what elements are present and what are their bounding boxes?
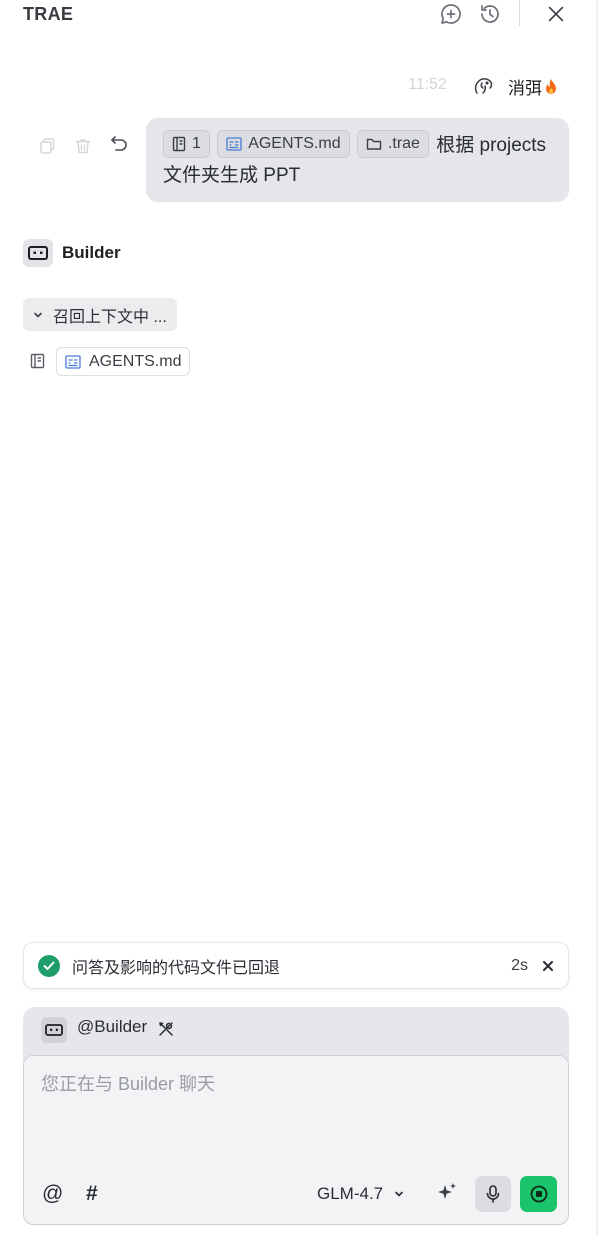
agents-md-chip[interactable]: AGENTS.md bbox=[217, 129, 350, 158]
agent-mention-label: @Builder bbox=[77, 1017, 148, 1036]
doc-count-chip[interactable]: 1 bbox=[163, 129, 210, 158]
new-chat-icon[interactable] bbox=[438, 1, 464, 27]
trae-folder-chip[interactable]: .trae bbox=[356, 129, 429, 158]
doc-count-label: 1 bbox=[192, 134, 201, 152]
model-selector[interactable]: GLM-4.7 bbox=[317, 1181, 405, 1207]
hash-button[interactable]: # bbox=[86, 1182, 98, 1206]
copy-icon[interactable] bbox=[36, 135, 58, 157]
username-text: 消弭 bbox=[508, 79, 542, 98]
doc-list-icon bbox=[30, 353, 45, 374]
markdown-file-icon bbox=[65, 354, 81, 369]
at-symbol: @ bbox=[42, 1182, 64, 1205]
tools-icon[interactable] bbox=[157, 1020, 175, 1038]
builder-avatar bbox=[41, 1017, 67, 1043]
toast-close-icon[interactable] bbox=[542, 960, 554, 972]
fire-icon bbox=[543, 78, 559, 96]
check-circle-icon bbox=[38, 954, 60, 977]
message-text-line1: 根据 projects bbox=[436, 135, 547, 156]
recall-context-toggle[interactable]: 召回上下文中 ... bbox=[23, 298, 177, 331]
context-file-chip[interactable]: AGENTS.md bbox=[56, 347, 191, 376]
stop-button[interactable] bbox=[520, 1176, 557, 1212]
chevron-down-icon bbox=[34, 312, 42, 317]
chevron-down-icon bbox=[395, 1191, 403, 1197]
markdown-file-icon bbox=[226, 137, 242, 151]
microphone-button[interactable] bbox=[475, 1176, 511, 1212]
context-file-label: AGENTS.md bbox=[89, 352, 182, 370]
delete-icon[interactable] bbox=[72, 135, 94, 157]
undo-icon[interactable] bbox=[108, 133, 130, 155]
rollback-toast: 问答及影响的代码文件已回退 2s bbox=[23, 942, 569, 989]
history-icon[interactable] bbox=[477, 1, 503, 27]
chat-input[interactable] bbox=[41, 1074, 541, 1095]
sparkle-icon[interactable] bbox=[435, 1181, 459, 1205]
model-name: GLM-4.7 bbox=[317, 1184, 384, 1203]
trae-folder-label: .trae bbox=[387, 134, 420, 152]
builder-icon bbox=[45, 1024, 63, 1036]
hash-symbol: # bbox=[86, 1182, 98, 1205]
builder-icon bbox=[28, 246, 48, 260]
assistant-name: Builder bbox=[62, 243, 121, 262]
toast-timer: 2s bbox=[511, 956, 528, 974]
header-divider bbox=[519, 0, 520, 26]
message-text-line2: 文件夹生成 PPT bbox=[163, 165, 301, 186]
microphone-icon bbox=[486, 1185, 500, 1203]
mention-button[interactable]: @ bbox=[42, 1182, 63, 1206]
avatar bbox=[470, 72, 498, 100]
app-title: TRAE bbox=[23, 4, 74, 24]
close-icon[interactable] bbox=[543, 1, 569, 27]
username: 消弭 bbox=[508, 74, 559, 99]
recall-label: 召回上下文中 ... bbox=[53, 308, 167, 326]
toast-message: 问答及影响的代码文件已回退 bbox=[72, 959, 281, 977]
agents-md-label: AGENTS.md bbox=[248, 134, 341, 152]
folder-icon bbox=[366, 138, 382, 150]
doc-list-icon bbox=[172, 136, 186, 152]
builder-avatar bbox=[23, 239, 53, 267]
user-message-bubble: 1 AGENTS.md .trae 根据 projects 文件夹生成 PPT bbox=[146, 118, 569, 202]
stop-icon bbox=[530, 1185, 547, 1203]
chat-composer: @ # GLM-4.7 bbox=[23, 1055, 569, 1225]
message-time: 11:52 bbox=[408, 76, 447, 93]
